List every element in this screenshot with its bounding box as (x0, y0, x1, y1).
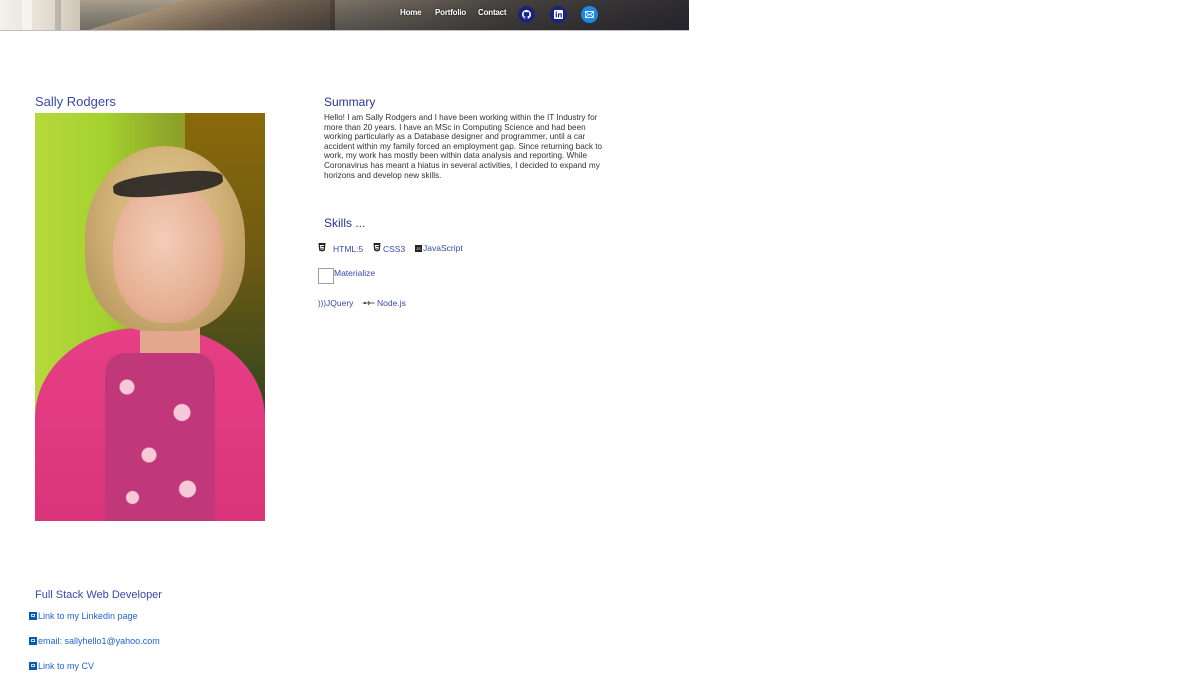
email-icon (585, 10, 594, 19)
linkedin-icon (554, 10, 563, 19)
linkedin-link-label: Link to my Linkedin page (38, 611, 138, 621)
banner-image-roof (85, 0, 335, 30)
skill-nodejs-label: Node.js (377, 298, 406, 308)
cv-link[interactable]: Link to my CV (29, 661, 94, 671)
github-button[interactable] (518, 6, 535, 23)
skill-html5: HTML:5 (318, 243, 363, 254)
banner-image-shade (330, 0, 689, 30)
skill-jquery-label: JQuery (326, 298, 354, 308)
header-banner: Home Portfolio Contact (0, 0, 689, 31)
html5-icon (318, 243, 326, 254)
profile-photo (35, 113, 265, 521)
photo-blouse (105, 353, 215, 521)
github-icon (522, 10, 531, 19)
skill-materialize-label: Materialize (334, 268, 376, 278)
nav-home-link[interactable]: Home (400, 8, 422, 17)
email-link-label: email: sallyhello1@yahoo.com (38, 636, 160, 646)
skill-css3: CSS3 (373, 243, 405, 254)
skill-javascript-label: JavaScript (423, 243, 463, 253)
linkedin-link[interactable]: Link to my Linkedin page (29, 611, 138, 621)
jquery-icon: ))) (318, 298, 326, 308)
nodejs-icon (362, 299, 375, 308)
document-icon (29, 662, 37, 670)
summary-text: Hello! I am Sally Rodgers and I have bee… (324, 113, 603, 180)
skills-heading: Skills ... (324, 216, 366, 230)
skill-html5-label: HTML:5 (333, 243, 364, 254)
linkedin-icon (29, 612, 37, 620)
linkedin-button[interactable] (550, 6, 567, 23)
skill-nodejs: Node.js (362, 298, 406, 308)
profile-name: Sally Rodgers (35, 94, 116, 109)
email-button[interactable] (581, 6, 598, 23)
cv-link-label: Link to my CV (38, 661, 95, 671)
summary-heading: Summary (324, 95, 376, 109)
photo-face (113, 183, 223, 323)
skill-jquery: ))) JQuery (318, 298, 353, 308)
skill-css3-label: CSS3 (383, 243, 406, 254)
email-icon (29, 637, 37, 645)
skill-javascript: JS JavaScript (415, 243, 463, 253)
nav-portfolio-link[interactable]: Portfolio (435, 8, 466, 17)
css3-icon (373, 243, 381, 254)
materialize-icon (318, 268, 334, 284)
skill-materialize: Materialize (318, 268, 375, 284)
banner-image-left (0, 0, 80, 30)
email-link[interactable]: email: sallyhello1@yahoo.com (29, 636, 160, 646)
javascript-icon: JS (415, 244, 422, 252)
job-title: Full Stack Web Developer (35, 589, 162, 601)
nav-contact-link[interactable]: Contact (478, 8, 507, 17)
